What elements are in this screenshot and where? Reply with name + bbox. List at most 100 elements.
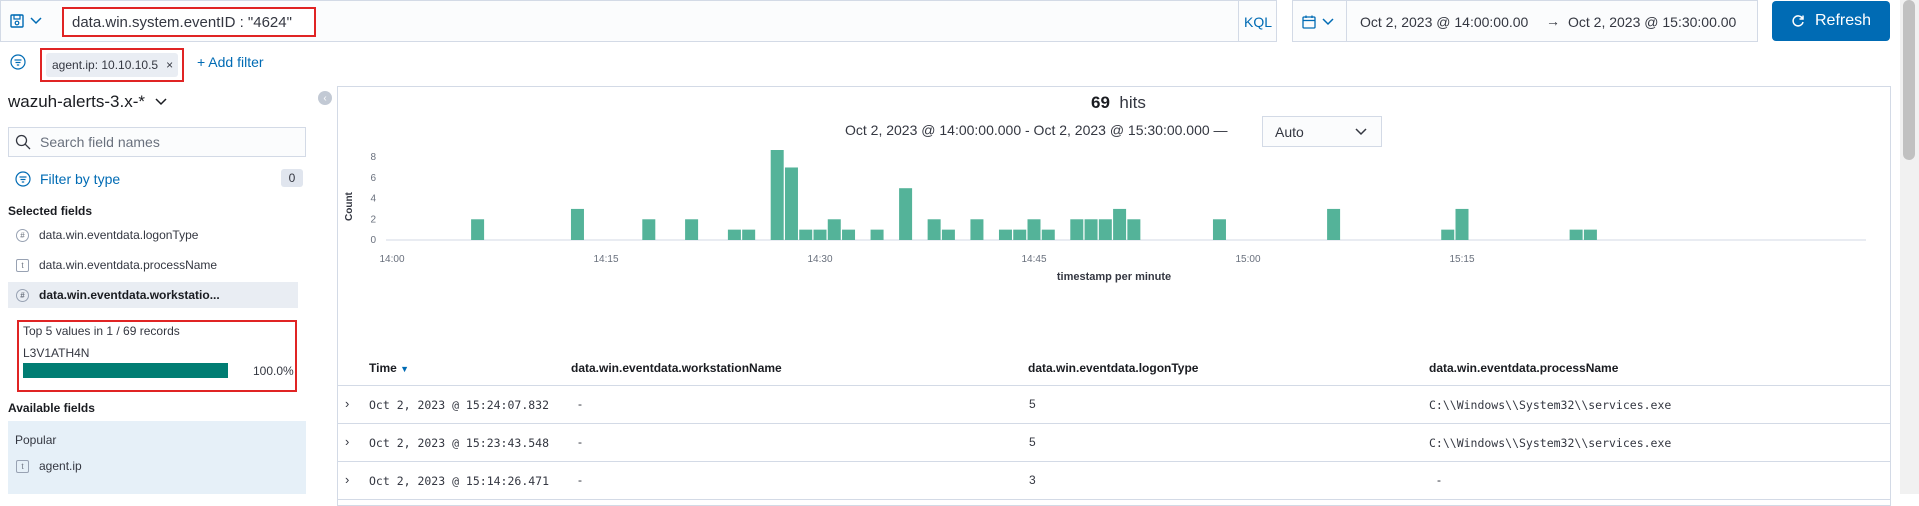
string-type-icon: t — [16, 258, 29, 272]
y-tick-label: 8 — [370, 152, 376, 163]
chevron-left-icon: ‹ — [323, 92, 327, 104]
field-name: agent.ip — [39, 459, 82, 473]
divider — [1238, 0, 1239, 42]
column-header-processname[interactable]: data.win.eventdata.processName — [1429, 361, 1618, 375]
top-value-percent: 100.0% — [253, 364, 294, 378]
selected-field[interactable]: # data.win.eventdata.logonType — [8, 222, 298, 248]
field-name: data.win.eventdata.processName — [39, 258, 218, 272]
column-label: Time — [369, 361, 397, 375]
histogram-bar — [570, 208, 584, 240]
y-tick-label: 6 — [370, 173, 376, 184]
query-language-button[interactable]: KQL — [1244, 14, 1272, 30]
number-type-icon: # — [16, 228, 29, 242]
cell-time: Oct 2, 2023 @ 15:24:07.832 — [369, 398, 550, 412]
interval-value: Auto — [1275, 123, 1304, 140]
histogram-bar — [998, 229, 1012, 240]
available-field[interactable]: t agent.ip — [8, 453, 298, 479]
histogram-bar — [770, 150, 784, 240]
field-name: data.win.eventdata.workstatio... — [39, 288, 220, 302]
top-values-title: Top 5 values in 1 / 69 records — [23, 324, 180, 338]
close-icon[interactable]: × — [166, 58, 173, 72]
refresh-label: Refresh — [1814, 12, 1872, 29]
x-tick-label: 14:15 — [593, 254, 618, 265]
x-tick-label: 14:30 — [807, 254, 832, 265]
popular-heading: Popular — [15, 433, 57, 447]
available-fields-heading: Available fields — [8, 401, 95, 415]
divider — [1346, 0, 1347, 42]
index-pattern-selector[interactable]: wazuh-alerts-3.x-* — [8, 92, 167, 112]
table-row[interactable]: › Oct 2, 2023 @ 15:23:43.548 - 5 C:\\Win… — [337, 424, 1891, 462]
search-placeholder: Search field names — [40, 134, 160, 150]
selected-fields-heading: Selected fields — [8, 204, 93, 218]
start-date[interactable]: Oct 2, 2023 @ 14:00:00.00 — [1360, 14, 1528, 30]
filter-icon — [15, 171, 31, 187]
filter-menu-icon[interactable] — [10, 54, 26, 70]
hits-count: 69 hits — [1091, 93, 1146, 113]
y-tick-label: 2 — [370, 214, 376, 225]
saved-query-button[interactable] — [10, 10, 56, 32]
expand-row-icon[interactable]: › — [345, 472, 349, 487]
search-icon — [15, 134, 31, 150]
histogram-bar — [813, 229, 827, 240]
sort-down-icon[interactable]: ▼ — [400, 364, 409, 374]
histogram-bar — [784, 167, 798, 240]
histogram-bar — [799, 229, 813, 240]
cell-processname: - — [1437, 473, 1441, 487]
x-tick-label: 14:45 — [1021, 254, 1046, 265]
hits-label: hits — [1119, 93, 1146, 112]
number-type-icon: # — [16, 288, 29, 302]
cell-processname: C:\\Windows\\System32\\services.exe — [1429, 436, 1672, 450]
histogram-bar — [842, 229, 856, 240]
interval-select[interactable]: Auto — [1262, 116, 1382, 147]
top-value-label[interactable]: L3V1ATH4N — [23, 346, 89, 360]
refresh-icon — [1792, 15, 1804, 27]
table-row[interactable]: › Oct 2, 2023 @ 15:24:07.832 - 5 C:\\Win… — [337, 386, 1891, 424]
column-header-logontype[interactable]: data.win.eventdata.logonType — [1028, 361, 1198, 375]
histogram-bar — [1070, 219, 1084, 240]
y-tick-label: 0 — [370, 235, 376, 246]
histogram-bar — [1013, 229, 1027, 240]
cell-workstation: - — [578, 397, 582, 411]
cell-time: Oct 2, 2023 @ 15:23:43.548 — [369, 436, 550, 450]
collapse-sidebar-button[interactable]: ‹ — [318, 91, 332, 105]
top-value-bar — [23, 363, 228, 378]
refresh-button[interactable]: Refresh — [1772, 1, 1890, 41]
query-text: data.win.system.eventID : "4624" — [72, 14, 292, 31]
column-header-workstation[interactable]: data.win.eventdata.workstationName — [571, 361, 782, 375]
chevron-down-icon — [155, 98, 167, 106]
filter-pill[interactable]: agent.ip: 10.10.10.5 × — [46, 53, 178, 77]
quick-select-button[interactable] — [1302, 12, 1348, 32]
expand-row-icon[interactable]: › — [345, 434, 349, 449]
filter-pill-label: agent.ip: 10.10.10.5 — [52, 58, 159, 72]
histogram-bar — [1084, 219, 1098, 240]
histogram-bar — [870, 229, 884, 240]
filter-count-badge: 0 — [281, 169, 303, 187]
selected-field[interactable]: t data.win.eventdata.processName — [8, 252, 298, 278]
cell-logontype: 3 — [1029, 473, 1036, 487]
index-pattern-label: wazuh-alerts-3.x-* — [8, 92, 145, 111]
histogram-bar — [742, 229, 756, 240]
cell-workstation: - — [578, 435, 582, 449]
column-header-time[interactable]: Time ▼ — [369, 361, 409, 375]
cell-processname: C:\\Windows\\System32\\services.exe — [1429, 398, 1672, 412]
histogram-bar — [1041, 229, 1055, 240]
y-axis-label: Count — [344, 191, 355, 221]
histogram-bar — [1212, 219, 1226, 240]
arrow-right-icon: → — [1546, 13, 1560, 29]
x-axis-label: timestamp per minute — [1057, 271, 1171, 283]
expand-row-icon[interactable]: › — [345, 396, 349, 411]
histogram-bar — [827, 219, 841, 240]
y-tick-label: 4 — [370, 194, 376, 205]
histogram-bar — [927, 219, 941, 240]
table-row[interactable]: › Oct 2, 2023 @ 15:14:26.471 - 3 - — [337, 462, 1891, 500]
filter-by-type-button[interactable]: Filter by type — [40, 171, 120, 187]
histogram-bar — [1569, 229, 1583, 240]
cell-workstation: - — [578, 473, 582, 487]
end-date[interactable]: Oct 2, 2023 @ 15:30:00.00 — [1568, 14, 1736, 30]
selected-field-active[interactable]: # data.win.eventdata.workstatio... — [8, 282, 298, 308]
histogram-bar — [727, 229, 741, 240]
add-filter-button[interactable]: + Add filter — [197, 54, 264, 70]
histogram-bar — [1127, 219, 1141, 240]
field-name: data.win.eventdata.logonType — [39, 228, 199, 242]
scrollbar-thumb[interactable] — [1903, 0, 1915, 160]
